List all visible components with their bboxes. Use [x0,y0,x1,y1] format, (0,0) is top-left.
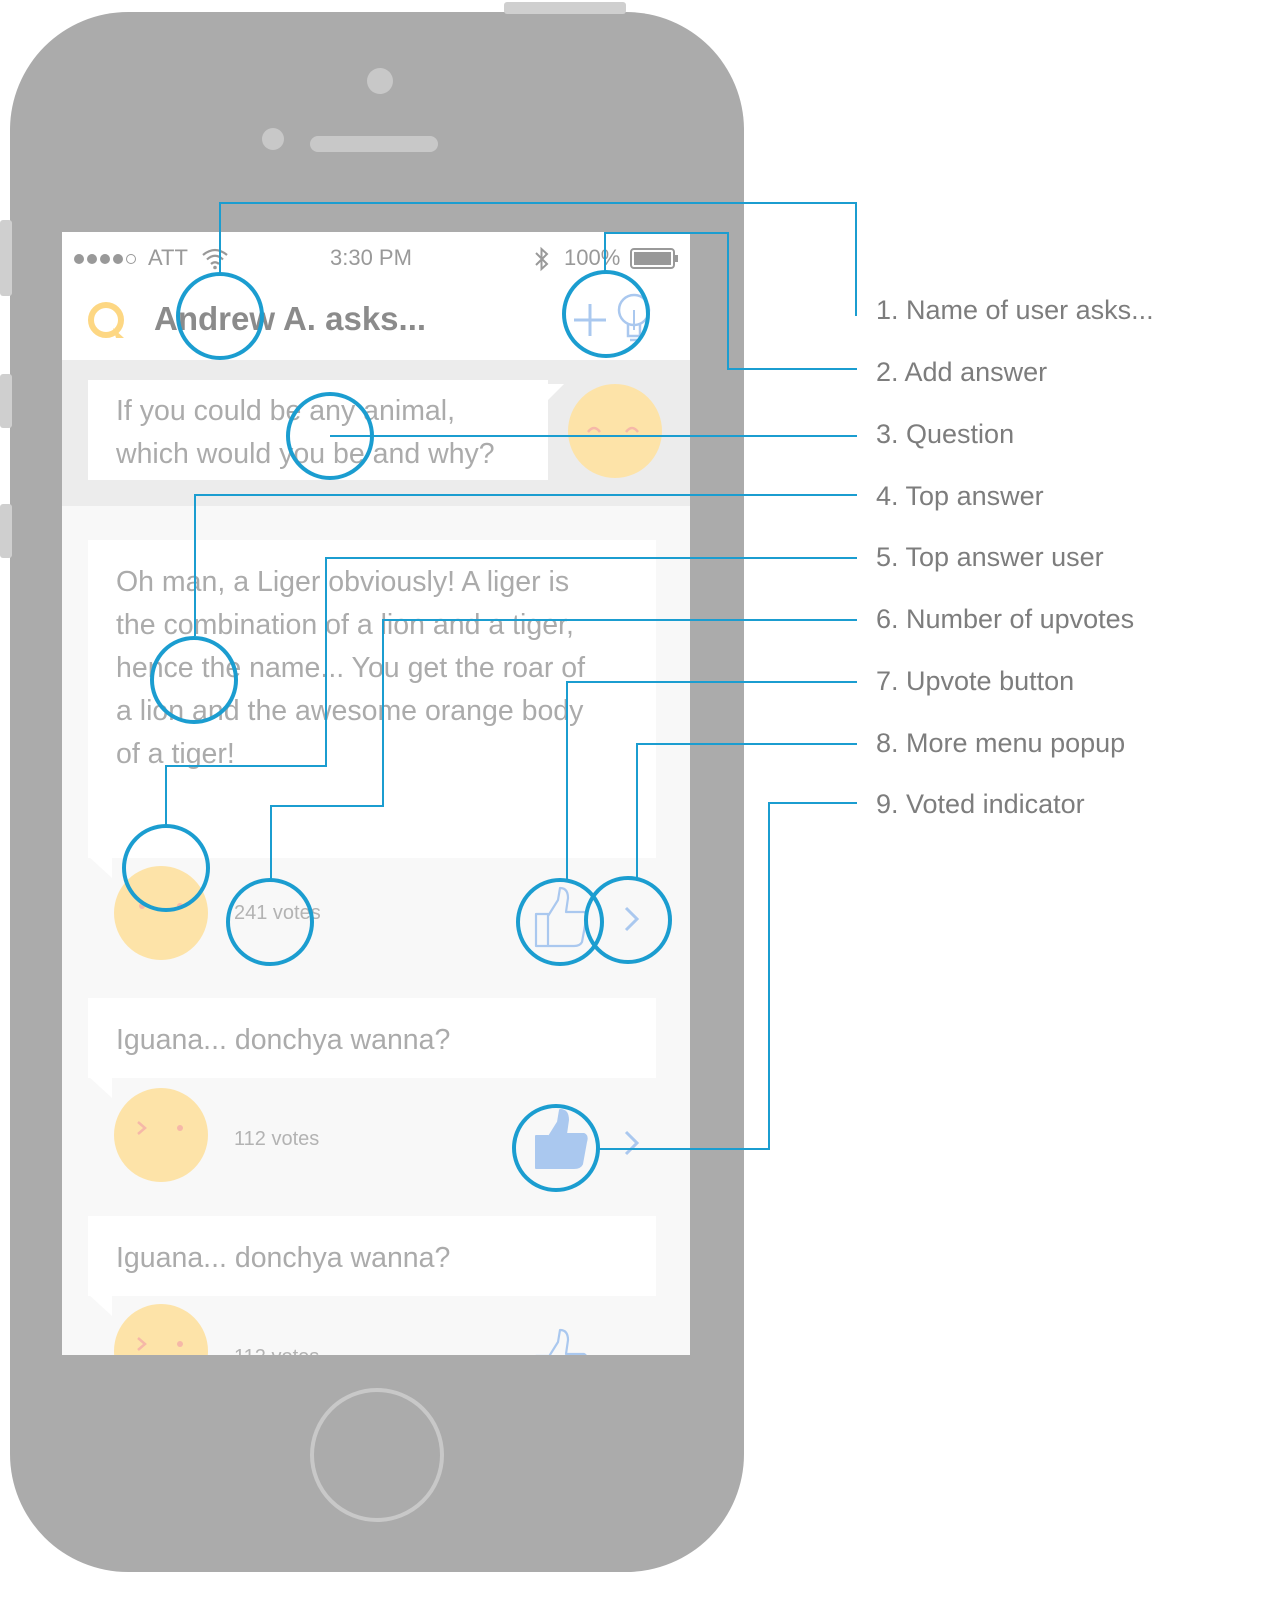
battery-label: 100% [564,245,621,270]
signal-dot [126,254,136,264]
time-label: 3:30 PM [330,245,412,270]
annotation-label: 7. Upvote button [876,666,1075,696]
callout-circle-more-menu [584,876,672,964]
answer-user-avatar[interactable] [114,1304,208,1355]
annotation-label: 4. Top answer [876,481,1044,511]
volume-down-button [0,504,12,558]
callout-circle-add-answer [562,270,650,358]
annotation-label: 6. Number of upvotes [876,604,1135,634]
battery-icon [630,248,680,276]
connector-line [727,232,729,370]
bluetooth-icon [532,246,552,278]
thumbs-up-icon [535,1328,587,1355]
connector-line [566,681,568,879]
more-menu-button[interactable] [622,1128,642,1166]
annotation-label: 1. Name of user asks... [876,295,1154,325]
annotation-label: 2. Add answer [876,357,1048,387]
home-button[interactable] [310,1388,444,1522]
callout-circle-upvotes [226,878,314,966]
connector-line [382,619,384,807]
front-sensor [262,128,284,150]
signal-dot [100,254,110,264]
asker-avatar[interactable] [568,384,662,478]
connector-line [598,1148,770,1150]
carrier-label: ATT [148,245,188,270]
vote-count: 112 votes [234,1346,319,1355]
connector-line [604,232,606,272]
connector-line [270,805,384,807]
connector-line [566,681,857,683]
power-button [504,2,626,14]
bubble-tail [88,1294,112,1316]
connector-line [270,805,272,879]
logo-icon [86,300,130,349]
annotation-label: 8. More menu popup [876,728,1126,758]
callout-circle-answer-user [122,824,210,912]
connector-line [604,232,729,234]
camera [367,68,393,94]
connector-line [768,802,770,1150]
connector-line [636,743,857,745]
answer-text: Iguana... donchya wanna? [116,1024,451,1056]
answer-user-avatar[interactable] [114,1088,208,1182]
earpiece [310,136,438,152]
annotation-label: 5. Top answer user [876,542,1104,572]
vote-count: 112 votes [234,1128,320,1150]
connector-line [219,202,857,204]
volume-up-button [0,374,12,428]
connector-line [382,619,857,621]
connector-line [636,743,638,879]
connector-line [194,494,196,636]
connector-line [194,494,857,496]
connector-line [219,202,221,274]
connector-line [325,557,327,767]
callout-circle-name [176,272,264,360]
bubble-tail [88,856,112,878]
signal-dot [74,254,84,264]
callout-circle-voted [512,1104,600,1192]
chevron-right-icon [624,1130,640,1156]
signal-dot [113,254,123,264]
answer-text: Iguana... donchya wanna? [116,1242,451,1274]
annotation-label: 3. Question [876,419,1015,449]
connector-line [727,368,857,370]
signal-dot [87,254,97,264]
mute-switch [0,220,12,296]
bubble-tail [88,1076,112,1098]
connector-line [768,802,857,804]
callout-circle-question [286,392,374,480]
upvote-button[interactable] [528,1326,592,1355]
connector-line [330,435,857,437]
connector-line [165,765,327,767]
connector-line [165,765,167,825]
annotation-label: 9. Voted indicator [876,789,1085,819]
connector-line [855,202,857,316]
app-screen: ATT 3:30 PM 100% Andrew A. asks... If yo… [62,232,690,1355]
connector-line [325,557,857,559]
callout-circle-top-answer [150,636,238,724]
